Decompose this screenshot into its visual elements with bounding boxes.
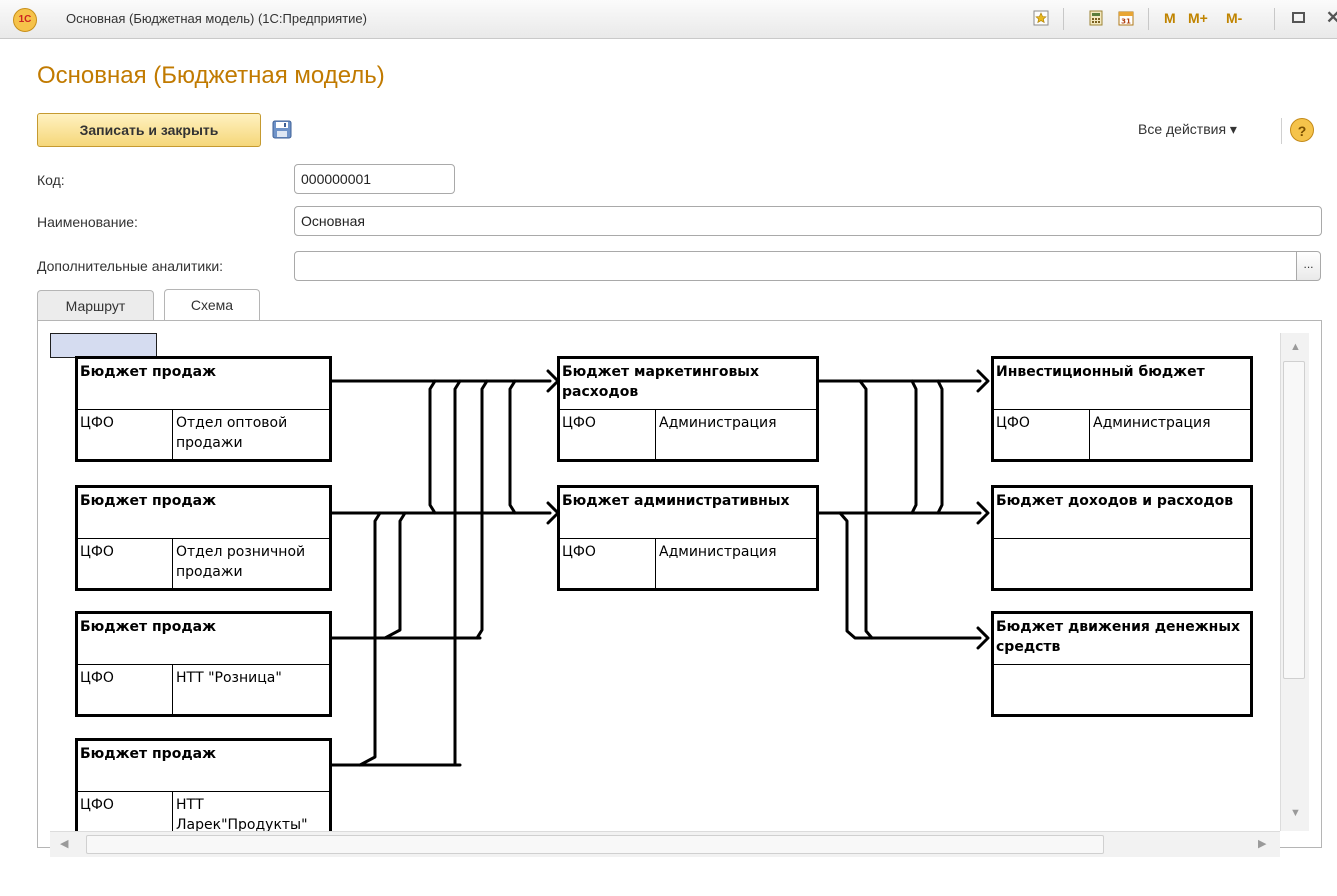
save-and-close-button[interactable]: Записать и закрыть (37, 113, 261, 147)
horizontal-scrollbar[interactable]: ◀ ▶ (50, 831, 1280, 857)
budget-node-cfo-value: Администрация (659, 415, 777, 431)
memory-button[interactable]: M (1164, 10, 1176, 26)
name-field[interactable]: Основная (294, 206, 1322, 236)
diagram-canvas[interactable]: Бюджет продаж ЦФО Отдел оптовой продажи … (50, 333, 1279, 831)
budget-node-cfo-label: ЦФО (560, 539, 656, 588)
budget-node-cfo-label: ЦФО (78, 539, 173, 588)
scroll-left-icon[interactable]: ◀ (60, 837, 68, 850)
close-icon[interactable]: ✕ (1326, 8, 1337, 28)
code-label: Код: (37, 172, 65, 188)
code-field[interactable]: 000000001 (294, 164, 455, 194)
budget-node-cfo-label: ЦФО (560, 410, 656, 459)
budget-node-title: Бюджет движения денежных средств (994, 614, 1250, 665)
app-logo-icon: 1С (13, 8, 37, 32)
budget-node-title: Бюджет доходов и расходов (994, 488, 1250, 539)
budget-node-cfo-label: ЦФО (78, 410, 173, 459)
budget-node[interactable]: Бюджет продаж ЦФО НТТ Ларек"Продукты" (75, 738, 332, 831)
budget-node-title: Бюджет продаж (78, 359, 329, 410)
budget-node-cfo-value: НТТ "Розница" (176, 670, 282, 686)
scroll-right-icon[interactable]: ▶ (1258, 837, 1266, 850)
budget-node-cfo-value: Администрация (659, 544, 777, 560)
budget-node-cfo-value: Отдел розничной продажи (176, 544, 306, 580)
horizontal-scroll-thumb[interactable] (86, 835, 1104, 854)
budget-node[interactable]: Бюджет административных ЦФО Администраци… (557, 485, 819, 591)
scroll-up-icon[interactable]: ▲ (1290, 341, 1301, 353)
svg-text:31: 31 (1121, 18, 1131, 26)
vertical-scrollbar[interactable]: ▲ ▼ (1280, 333, 1309, 831)
window-title: Основная (Бюджетная модель) (1С:Предприя… (66, 11, 367, 26)
name-label: Наименование: (37, 214, 138, 230)
budget-node[interactable]: Бюджет движения денежных средств (991, 611, 1253, 717)
budget-node[interactable]: Инвестиционный бюджет ЦФО Администрация (991, 356, 1253, 462)
budget-node[interactable]: Бюджет маркетинговых расходов ЦФО Админи… (557, 356, 819, 462)
analytics-field[interactable] (294, 251, 1297, 281)
tab-route[interactable]: Маршрут (37, 290, 154, 321)
budget-node-cfo-label: ЦФО (78, 665, 173, 714)
budget-node[interactable]: Бюджет продаж ЦФО НТТ "Розница" (75, 611, 332, 717)
memory-minus-button[interactable]: M- (1226, 10, 1242, 26)
window-titlebar: 1С Основная (Бюджетная модель) (1С:Предп… (0, 0, 1337, 39)
budget-node[interactable]: Бюджет доходов и расходов (991, 485, 1253, 591)
budget-node-cfo-label: ЦФО (78, 792, 173, 831)
budget-node-title: Бюджет продаж (78, 488, 329, 539)
budget-node[interactable]: Бюджет продаж ЦФО Отдел оптовой продажи (75, 356, 332, 462)
budget-node-title: Бюджет продаж (78, 614, 329, 665)
scroll-down-icon[interactable]: ▼ (1290, 807, 1301, 819)
calculator-icon[interactable] (1088, 10, 1104, 26)
analytics-label: Дополнительные аналитики: (37, 258, 224, 274)
tab-scheme[interactable]: Схема (164, 289, 260, 322)
toolbar-separator (1281, 118, 1282, 144)
memory-plus-button[interactable]: M+ (1188, 10, 1208, 26)
toolbar-separator (1063, 8, 1064, 30)
all-actions-menu[interactable]: Все действия ▾ (1138, 121, 1237, 138)
vertical-scroll-thumb[interactable] (1283, 361, 1305, 679)
budget-node[interactable]: Бюджет продаж ЦФО Отдел розничной продаж… (75, 485, 332, 591)
calendar-icon[interactable]: 31 (1118, 10, 1134, 26)
budget-node-title: Бюджет маркетинговых расходов (560, 359, 816, 410)
page-title: Основная (Бюджетная модель) (37, 62, 385, 89)
budget-node-cfo-label: ЦФО (994, 410, 1090, 459)
help-icon[interactable]: ? (1290, 118, 1314, 142)
budget-node-cfo-value: Администрация (1093, 415, 1211, 431)
maximize-icon[interactable] (1292, 12, 1305, 23)
toolbar-separator (1148, 8, 1149, 30)
budget-node-cfo-value: НТТ Ларек"Продукты" (176, 797, 308, 831)
analytics-select-button[interactable]: ... (1296, 251, 1321, 281)
toolbar-separator (1274, 8, 1275, 30)
budget-node-title: Бюджет административных (560, 488, 816, 539)
favorites-icon[interactable] (1033, 10, 1049, 26)
save-icon[interactable] (272, 120, 292, 139)
budget-node-cfo-value: Отдел оптовой продажи (176, 415, 288, 451)
budget-node-title: Бюджет продаж (78, 741, 329, 792)
budget-node-title: Инвестиционный бюджет (994, 359, 1250, 410)
